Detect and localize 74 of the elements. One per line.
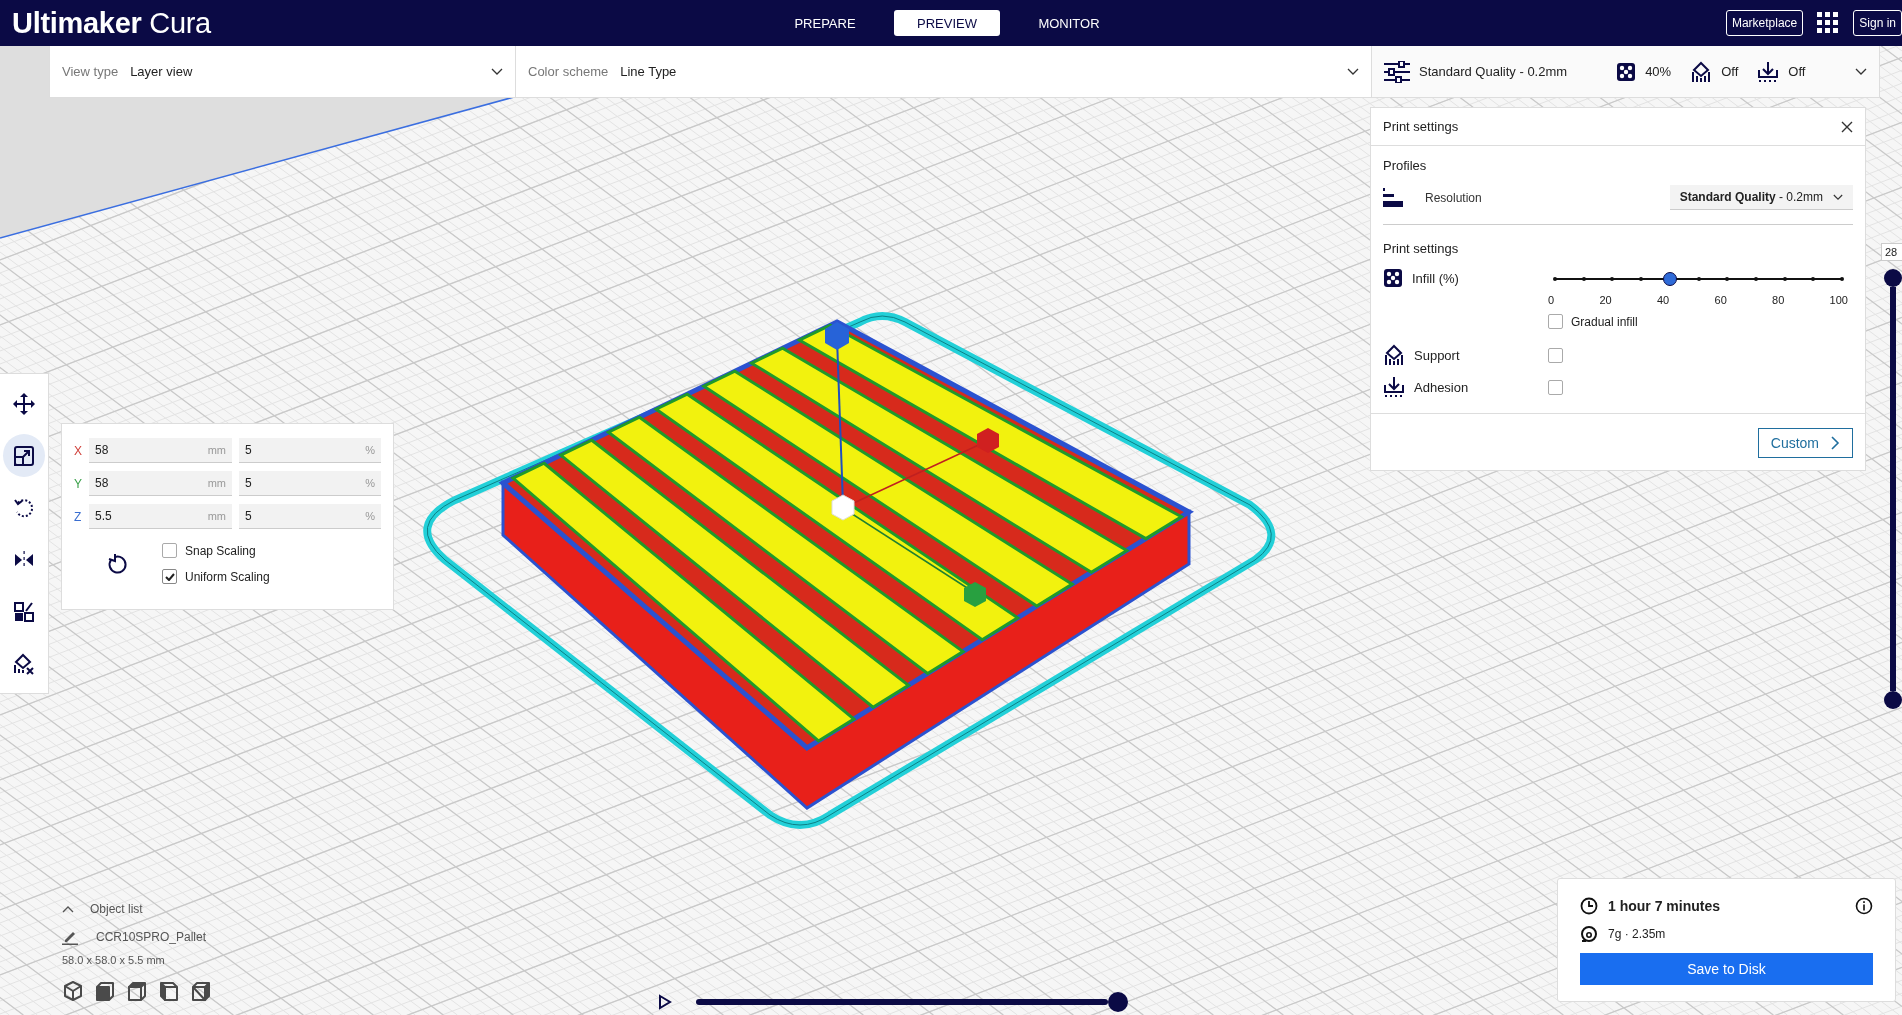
play-icon[interactable]	[658, 994, 672, 1010]
adhesion-icon	[1383, 376, 1405, 398]
adhesion-label: Adhesion	[1414, 379, 1469, 395]
rotate-icon	[13, 496, 35, 519]
percent-field[interactable]: 5 %	[239, 438, 381, 463]
view-top-icon[interactable]	[126, 980, 148, 1002]
tick-label: 100	[1829, 294, 1848, 306]
view-isometric-icon[interactable]	[62, 980, 84, 1002]
view-front-icon[interactable]	[94, 980, 116, 1002]
layer-slider-track[interactable]	[1890, 287, 1896, 691]
resolution-dropdown[interactable]: Standard Quality - 0.2mm	[1669, 185, 1853, 210]
tick-label: 40	[1656, 294, 1670, 306]
size-field[interactable]: 58 mm	[89, 471, 232, 496]
chevron-icon	[1833, 193, 1843, 201]
section-heading: Profiles	[1383, 158, 1428, 173]
infill-label: Infill (%)	[1412, 270, 1459, 286]
app-logo: Ultimaker Cura	[12, 6, 212, 40]
uniform-scaling-label: Uniform Scaling	[185, 569, 270, 584]
material-usage: 7g · 2.35m	[1608, 927, 1666, 941]
reset-icon[interactable]	[106, 552, 128, 575]
stage-tab[interactable]: PREVIEW	[894, 10, 1000, 36]
scale-tool-button[interactable]	[3, 434, 45, 477]
percent-field[interactable]: 5 %	[239, 471, 381, 496]
gradual-infill-label: Gradual infill	[1571, 314, 1638, 329]
support-blocker-icon	[13, 652, 35, 675]
pencil-icon	[62, 929, 78, 945]
resolution-label: Resolution	[1425, 190, 1482, 205]
apps-grid-icon[interactable]	[1817, 12, 1840, 34]
size-field[interactable]: 58 mm	[89, 438, 232, 463]
checkbox[interactable]	[1548, 347, 1563, 363]
info-icon[interactable]	[1855, 897, 1873, 915]
object-dimensions: 58.0 x 58.0 x 5.5 mm	[62, 954, 166, 966]
tick-label: 80	[1772, 294, 1785, 306]
tick-label: 60	[1714, 294, 1727, 306]
checkbox[interactable]	[1548, 314, 1563, 329]
stage-tab[interactable]: PREPARE	[772, 10, 878, 36]
axis-label: Z	[74, 509, 82, 524]
caret-icon[interactable]	[62, 905, 74, 913]
spool-icon	[1580, 925, 1598, 943]
snap-scaling-label: Snap Scaling	[185, 543, 256, 558]
tick-label: 20	[1599, 294, 1612, 306]
panel-title: Print settings	[1383, 119, 1459, 134]
move-arrows-icon	[13, 392, 35, 415]
section-heading: Print settings	[1383, 241, 1460, 256]
simulation-slider-track[interactable]	[696, 999, 1108, 1005]
percent-field[interactable]: 5 %	[239, 504, 381, 529]
scale-icon	[13, 444, 35, 467]
stage-tab[interactable]: MONITOR	[1016, 10, 1122, 36]
checkbox[interactable]	[162, 543, 177, 558]
custom-button[interactable]: Custom	[1757, 428, 1853, 458]
slider-thumb[interactable]	[1662, 272, 1677, 286]
save-to-disk-button[interactable]: Save to Disk	[1580, 953, 1873, 985]
axis-label: Y	[74, 476, 82, 491]
view-right-icon[interactable]	[190, 980, 212, 1002]
object-list-toggle[interactable]: Object list	[90, 902, 143, 916]
infill-icon	[1383, 268, 1403, 288]
object-name[interactable]: CCR10SPRO_Pallet	[96, 930, 207, 944]
support-icon	[1383, 344, 1405, 366]
layer-number-label: 28	[1881, 243, 1902, 261]
checkbox[interactable]	[162, 569, 177, 584]
marketplace-button[interactable]: Marketplace	[1725, 10, 1804, 36]
chevron-icon	[1831, 436, 1840, 450]
view-left-icon[interactable]	[158, 980, 180, 1002]
clock-icon	[1580, 897, 1598, 915]
checkbox[interactable]	[1548, 379, 1563, 395]
sign-in-button[interactable]: Sign in	[1853, 10, 1902, 36]
support-label: Support	[1414, 347, 1460, 363]
close-icon[interactable]	[1841, 120, 1853, 133]
resolution-icon	[1383, 187, 1403, 208]
print-time: 1 hour 7 minutes	[1608, 898, 1721, 914]
grid-squares-icon	[13, 600, 35, 623]
size-field[interactable]: 5.5 mm	[89, 504, 232, 529]
tick-label: 0	[1548, 294, 1555, 306]
axis-label: X	[74, 443, 82, 458]
